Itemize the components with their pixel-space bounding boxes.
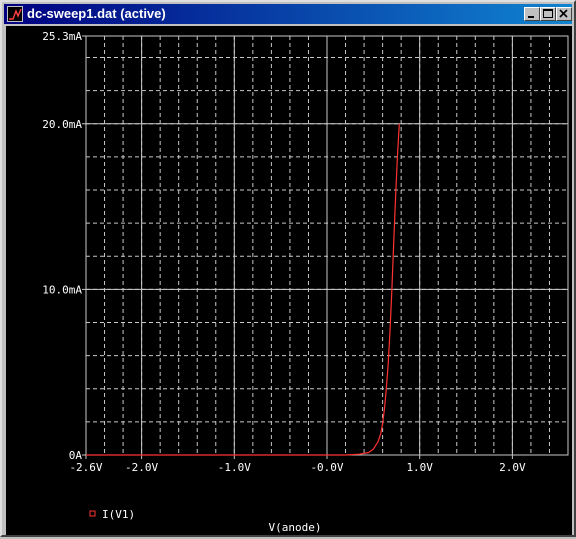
probe-chart: -2.6V -2.0V -1.0V -0.0V 1.0V 2.0V 0A 10.0mA 20.0… — [42, 30, 569, 534]
grid — [86, 36, 568, 455]
probe-icon — [7, 6, 23, 22]
x-tick-label: -2.6V — [69, 461, 102, 474]
probe-window: dc-sweep1.dat (active) -2.6V -2.0V -1.0V -0… — [0, 0, 576, 537]
window-title: dc-sweep1.dat (active) — [27, 6, 166, 21]
close-icon — [559, 9, 568, 18]
minimize-button[interactable] — [524, 7, 540, 21]
x-tick-label: -2.0V — [125, 461, 158, 474]
x-tick-label: -0.0V — [310, 461, 343, 474]
legend[interactable]: I(V1) — [89, 508, 135, 521]
minimize-icon — [528, 16, 534, 18]
y-tick-label: 25.3mA — [42, 30, 82, 43]
y-tick-label: 10.0mA — [42, 283, 82, 296]
legend-marker — [89, 510, 96, 517]
x-tick-label: -1.0V — [218, 461, 251, 474]
y-tick-label: 0A — [69, 449, 83, 462]
plot-area[interactable]: -2.6V -2.0V -1.0V -0.0V 1.0V 2.0V 0A 10.0mA 20.0… — [6, 26, 572, 535]
maximize-icon — [543, 9, 553, 18]
y-tick-label: 20.0mA — [42, 118, 82, 131]
title-bar[interactable]: dc-sweep1.dat (active) — [4, 4, 572, 24]
x-tick-label: 2.0V — [499, 461, 526, 474]
x-tick-label: 1.0V — [406, 461, 433, 474]
maximize-button[interactable] — [540, 7, 556, 21]
legend-label: I(V1) — [102, 508, 135, 521]
close-button[interactable] — [556, 7, 572, 21]
tick-labels: -2.6V -2.0V -1.0V -0.0V 1.0V 2.0V 0A 10.0mA 20.0… — [42, 30, 526, 474]
axes — [82, 35, 569, 459]
x-axis-label: V(anode) — [269, 521, 322, 534]
